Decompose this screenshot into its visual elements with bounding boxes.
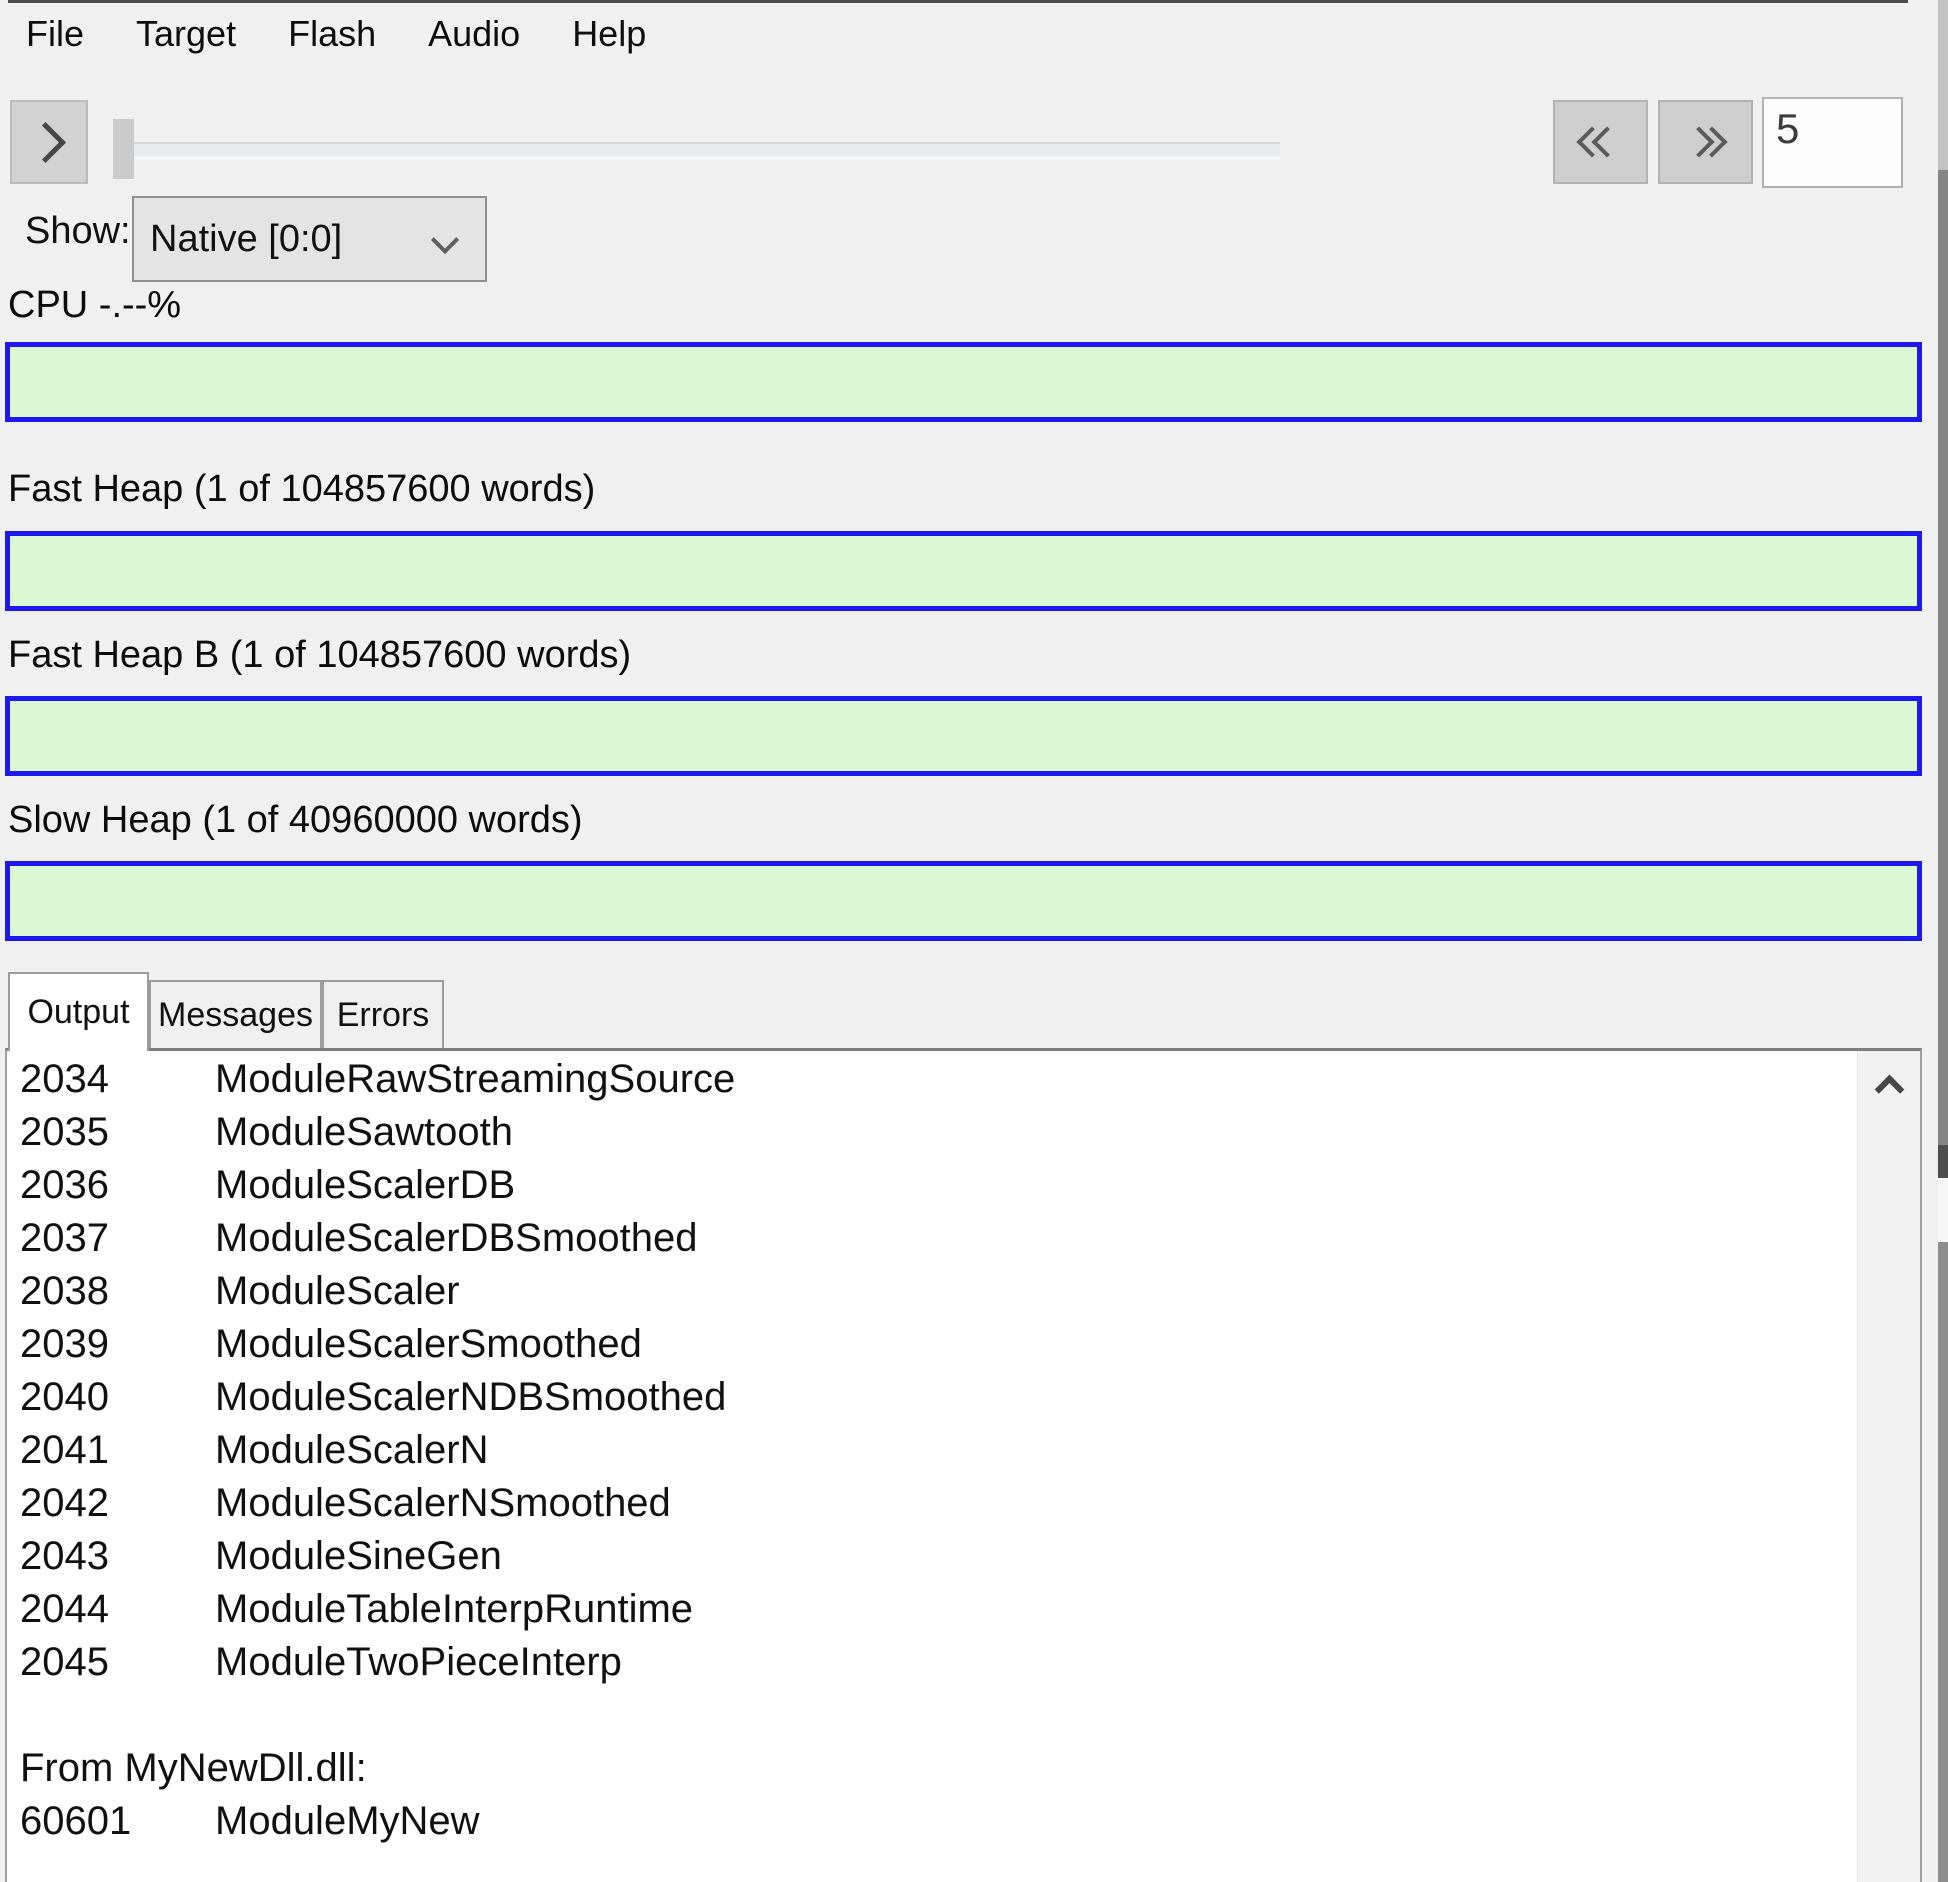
- output-line: 2043 ModuleSineGen: [20, 1530, 1850, 1583]
- slow-heap-meter: [5, 861, 1922, 941]
- output-line-id: 2044: [20, 1583, 215, 1636]
- output-line-id: 60601: [20, 1795, 215, 1848]
- menu-item-file[interactable]: File: [0, 13, 110, 55]
- scroll-up-button[interactable]: [1858, 1051, 1920, 1113]
- slider-track[interactable]: [113, 142, 1280, 159]
- play-button[interactable]: [10, 100, 88, 184]
- output-line-text: ModuleMyNew: [215, 1795, 480, 1848]
- show-dropdown[interactable]: Native [0:0]: [132, 196, 487, 282]
- output-line-text: ModuleScalerDB: [215, 1159, 515, 1212]
- output-console[interactable]: 2034 ModuleRawStreamingSource 2035 Modul…: [5, 1048, 1922, 1882]
- menu-item-help[interactable]: Help: [546, 13, 672, 55]
- output-line-id: 2037: [20, 1212, 215, 1265]
- window-edge-strip: [1938, 1145, 1948, 1178]
- output-line-id: 2040: [20, 1371, 215, 1424]
- output-line-text: ModuleScalerNSmoothed: [215, 1477, 671, 1530]
- play-icon: [24, 121, 65, 162]
- fast-heap-meter: [5, 531, 1922, 611]
- output-line: 2037 ModuleScalerDBSmoothed: [20, 1212, 1850, 1265]
- output-line-text: ModuleTwoPieceInterp: [215, 1636, 622, 1689]
- forward-button[interactable]: [1658, 100, 1753, 184]
- output-line-text: ModuleScaler: [215, 1265, 460, 1318]
- chevron-up-icon: [1874, 1074, 1904, 1104]
- rewind-button[interactable]: [1553, 100, 1648, 184]
- output-line-id: 2036: [20, 1159, 215, 1212]
- window-edge-strip: [1938, 170, 1948, 1145]
- output-line: 60601 ModuleMyNew: [20, 1795, 1850, 1848]
- output-line: 2041 ModuleScalerN: [20, 1424, 1850, 1477]
- fast-heap-b-meter: [5, 696, 1922, 776]
- output-line-text: ModuleScalerSmoothed: [215, 1318, 642, 1371]
- output-line: [20, 1689, 1850, 1742]
- output-line-text: ModuleSineGen: [215, 1530, 502, 1583]
- output-line-id: 2043: [20, 1530, 215, 1583]
- fast-heap-b-label: Fast Heap B (1 of 104857600 words): [8, 634, 631, 677]
- output-line-id: 2034: [20, 1053, 215, 1106]
- window-edge-strip: [1938, 1242, 1948, 1882]
- cpu-meter: [5, 342, 1922, 422]
- slider-thumb[interactable]: [113, 119, 134, 179]
- output-line-id: 2042: [20, 1477, 215, 1530]
- output-line-id: 2041: [20, 1424, 215, 1477]
- output-line: 2040 ModuleScalerNDBSmoothed: [20, 1371, 1850, 1424]
- window-edge-strip: [1938, 0, 1948, 170]
- app-window: File Target Flash Audio Help Show: Nativ…: [0, 0, 1948, 1882]
- output-line: 2045 ModuleTwoPieceInterp: [20, 1636, 1850, 1689]
- output-line-text: ModuleScalerDBSmoothed: [215, 1212, 697, 1265]
- output-line-text: ModuleRawStreamingSource: [215, 1053, 735, 1106]
- tab-messages[interactable]: Messages: [149, 980, 322, 1048]
- menubar: File Target Flash Audio Help: [0, 8, 672, 60]
- output-line: 2035 ModuleSawtooth: [20, 1106, 1850, 1159]
- output-line-id: [20, 1689, 215, 1742]
- output-line-id: 2039: [20, 1318, 215, 1371]
- slow-heap-label: Slow Heap (1 of 40960000 words): [8, 799, 583, 842]
- output-line-id: 2038: [20, 1265, 215, 1318]
- output-line: 2042 ModuleScalerNSmoothed: [20, 1477, 1850, 1530]
- output-line: 2034 ModuleRawStreamingSource: [20, 1053, 1850, 1106]
- cpu-label: CPU -.--%: [8, 284, 181, 327]
- output-lines: 2034 ModuleRawStreamingSource 2035 Modul…: [20, 1053, 1850, 1848]
- output-scrollbar[interactable]: [1857, 1051, 1920, 1882]
- output-line: From MyNewDll.dll:: [20, 1742, 1850, 1795]
- window-edge-strip: [1938, 1178, 1948, 1242]
- output-line-id: 2045: [20, 1636, 215, 1689]
- output-line-id: 2035: [20, 1106, 215, 1159]
- output-line: 2038 ModuleScaler: [20, 1265, 1850, 1318]
- output-line: 2039 ModuleScalerSmoothed: [20, 1318, 1850, 1371]
- output-line-text: ModuleTableInterpRuntime: [215, 1583, 693, 1636]
- output-line-text: ModuleSawtooth: [215, 1106, 513, 1159]
- menu-item-flash[interactable]: Flash: [262, 13, 402, 55]
- fast-heap-label: Fast Heap (1 of 104857600 words): [8, 468, 595, 511]
- show-dropdown-value: Native [0:0]: [150, 218, 342, 261]
- tab-errors[interactable]: Errors: [322, 980, 444, 1048]
- frame-count-input[interactable]: [1762, 97, 1903, 188]
- output-line-id: From MyNewDll.dll:: [20, 1742, 367, 1795]
- tab-output[interactable]: Output: [8, 972, 149, 1051]
- menu-item-target[interactable]: Target: [110, 13, 262, 55]
- output-line: 2036 ModuleScalerDB: [20, 1159, 1850, 1212]
- window-top-border: [8, 0, 1908, 3]
- chevron-down-icon: [431, 226, 459, 254]
- output-line-text: ModuleScalerNDBSmoothed: [215, 1371, 726, 1424]
- output-line: 2044 ModuleTableInterpRuntime: [20, 1583, 1850, 1636]
- show-label: Show:: [25, 210, 131, 253]
- menu-item-audio[interactable]: Audio: [402, 13, 546, 55]
- output-line-text: ModuleScalerN: [215, 1424, 488, 1477]
